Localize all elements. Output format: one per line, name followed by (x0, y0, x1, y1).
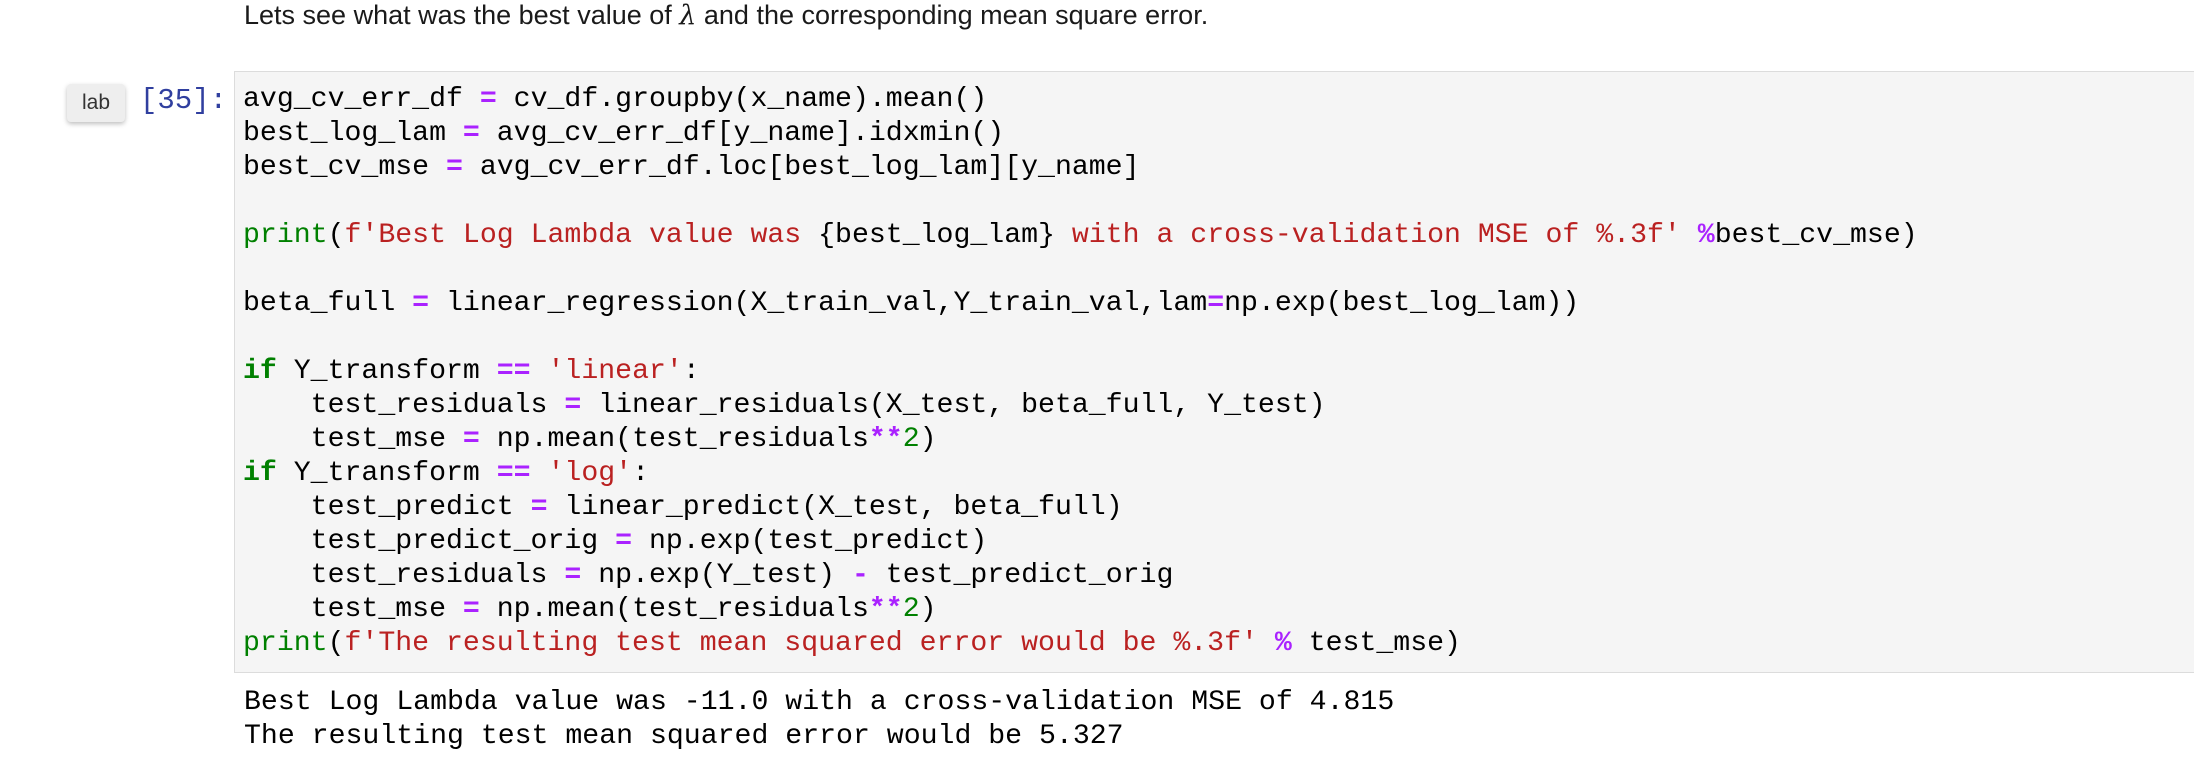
code-token: ** (868, 594, 903, 625)
code-token: 'log' (547, 458, 633, 489)
code-token: best_cv_mse (243, 152, 446, 183)
code-token: np.exp(test_predict) (632, 526, 988, 557)
code-token: = (530, 492, 548, 523)
code-token: beta_full (243, 288, 413, 319)
code-token: 'linear' (547, 356, 683, 387)
code-token: = (462, 594, 480, 625)
code-line: test_residuals = np.exp(Y_test) - test_p… (243, 559, 1918, 593)
code-token: test_mse) (1291, 628, 1461, 659)
code-token: test_predict_orig (243, 526, 616, 557)
code-token: ) (919, 424, 937, 455)
code-token: print (243, 220, 328, 251)
markdown-text-before: Lets see what was the best value of (244, 0, 680, 30)
code-token: = (564, 560, 582, 591)
code-token: avg_cv_err_df.loc[best_log_lam][y_name] (462, 152, 1140, 183)
code-editor[interactable]: avg_cv_err_df = cv_df.groupby(x_name).me… (243, 83, 1918, 661)
code-line: print(f'Best Log Lambda value was {best_… (243, 219, 1918, 253)
code-token: avg_cv_err_df (243, 84, 480, 115)
code-line: test_predict = linear_predict(X_test, be… (243, 491, 1918, 525)
code-token: : (682, 356, 700, 387)
code-token: avg_cv_err_df[y_name].idxmin() (479, 118, 1005, 149)
code-token: if (243, 356, 277, 387)
code-token: with a cross-validation MSE of %.3f' (1054, 220, 1681, 251)
code-token: ) (919, 594, 937, 625)
code-token: {best_log_lam} (818, 220, 1055, 251)
code-token: test_residuals (243, 560, 565, 591)
code-line: if Y_transform == 'log': (243, 457, 1918, 491)
cell-output: Best Log Lambda value was -11.0 with a c… (244, 686, 1394, 754)
code-token: Y_transform (276, 356, 497, 387)
code-line: test_mse = np.mean(test_residuals**2) (243, 423, 1918, 457)
output-line: The resulting test mean squared error wo… (244, 721, 1124, 752)
code-token: : (632, 458, 650, 489)
code-line: test_mse = np.mean(test_residuals**2) (243, 593, 1918, 627)
output-line: Best Log Lambda value was -11.0 with a c… (244, 687, 1395, 718)
code-token: ** (868, 424, 903, 455)
code-token: == (496, 356, 531, 387)
markdown-text: Lets see what was the best value of λ an… (244, 0, 1208, 31)
code-token: - (851, 560, 869, 591)
lab-tag-button[interactable]: lab (67, 84, 125, 122)
code-token: ( (327, 220, 345, 251)
code-token: np.exp(Y_test) (581, 560, 852, 591)
code-line: avg_cv_err_df = cv_df.groupby(x_name).me… (243, 83, 1918, 117)
code-token: best_cv_mse) (1714, 220, 1918, 251)
code-token: print (243, 628, 328, 659)
code-token: f'Best Log Lambda value was (344, 220, 819, 251)
code-line: beta_full = linear_regression(X_train_va… (243, 287, 1918, 321)
code-line: print(f'The resulting test mean squared … (243, 627, 1918, 661)
code-token: = (412, 288, 430, 319)
code-token: = (462, 118, 480, 149)
code-token: if (243, 458, 277, 489)
code-token: Y_transform (276, 458, 497, 489)
markdown-text-after: and the corresponding mean square error. (696, 0, 1209, 30)
code-token: = (1207, 288, 1225, 319)
code-token: test_mse (243, 594, 463, 625)
code-token: = (479, 84, 497, 115)
lambda-symbol: λ (679, 0, 697, 31)
execution-count-prompt: [35]: (140, 84, 228, 117)
code-token: % (1697, 220, 1715, 251)
code-token: % (1274, 628, 1292, 659)
code-token: linear_regression(X_train_val,Y_train_va… (429, 288, 1208, 319)
code-token: = (462, 424, 480, 455)
code-token: linear_predict(X_test, beta_full) (547, 492, 1123, 523)
code-token: 2 (902, 424, 920, 455)
code-token: 2 (902, 594, 920, 625)
code-token: best_log_lam (243, 118, 463, 149)
code-token: test_residuals (243, 390, 565, 421)
code-line: best_cv_mse = avg_cv_err_df.loc[best_log… (243, 151, 1918, 185)
code-token: f'The resulting test mean squared error … (344, 628, 1258, 659)
code-token: = (564, 390, 582, 421)
code-token: test_predict (243, 492, 531, 523)
code-token: np.mean(test_residuals (479, 594, 869, 625)
code-token: test_mse (243, 424, 463, 455)
code-line: test_residuals = linear_residuals(X_test… (243, 389, 1918, 423)
code-token: = (615, 526, 633, 557)
code-token: np.mean(test_residuals (479, 424, 869, 455)
code-token: = (445, 152, 463, 183)
code-token: == (496, 458, 531, 489)
code-token: np.exp(best_log_lam)) (1224, 288, 1580, 319)
code-token: test_predict_orig (868, 560, 1174, 591)
code-line: if Y_transform == 'linear': (243, 355, 1918, 389)
code-token: linear_residuals(X_test, beta_full, Y_te… (581, 390, 1326, 421)
code-token: ( (327, 628, 345, 659)
code-token: cv_df.groupby(x_name).mean() (496, 84, 988, 115)
code-line: test_predict_orig = np.exp(test_predict) (243, 525, 1918, 559)
code-line: best_log_lam = avg_cv_err_df[y_name].idx… (243, 117, 1918, 151)
